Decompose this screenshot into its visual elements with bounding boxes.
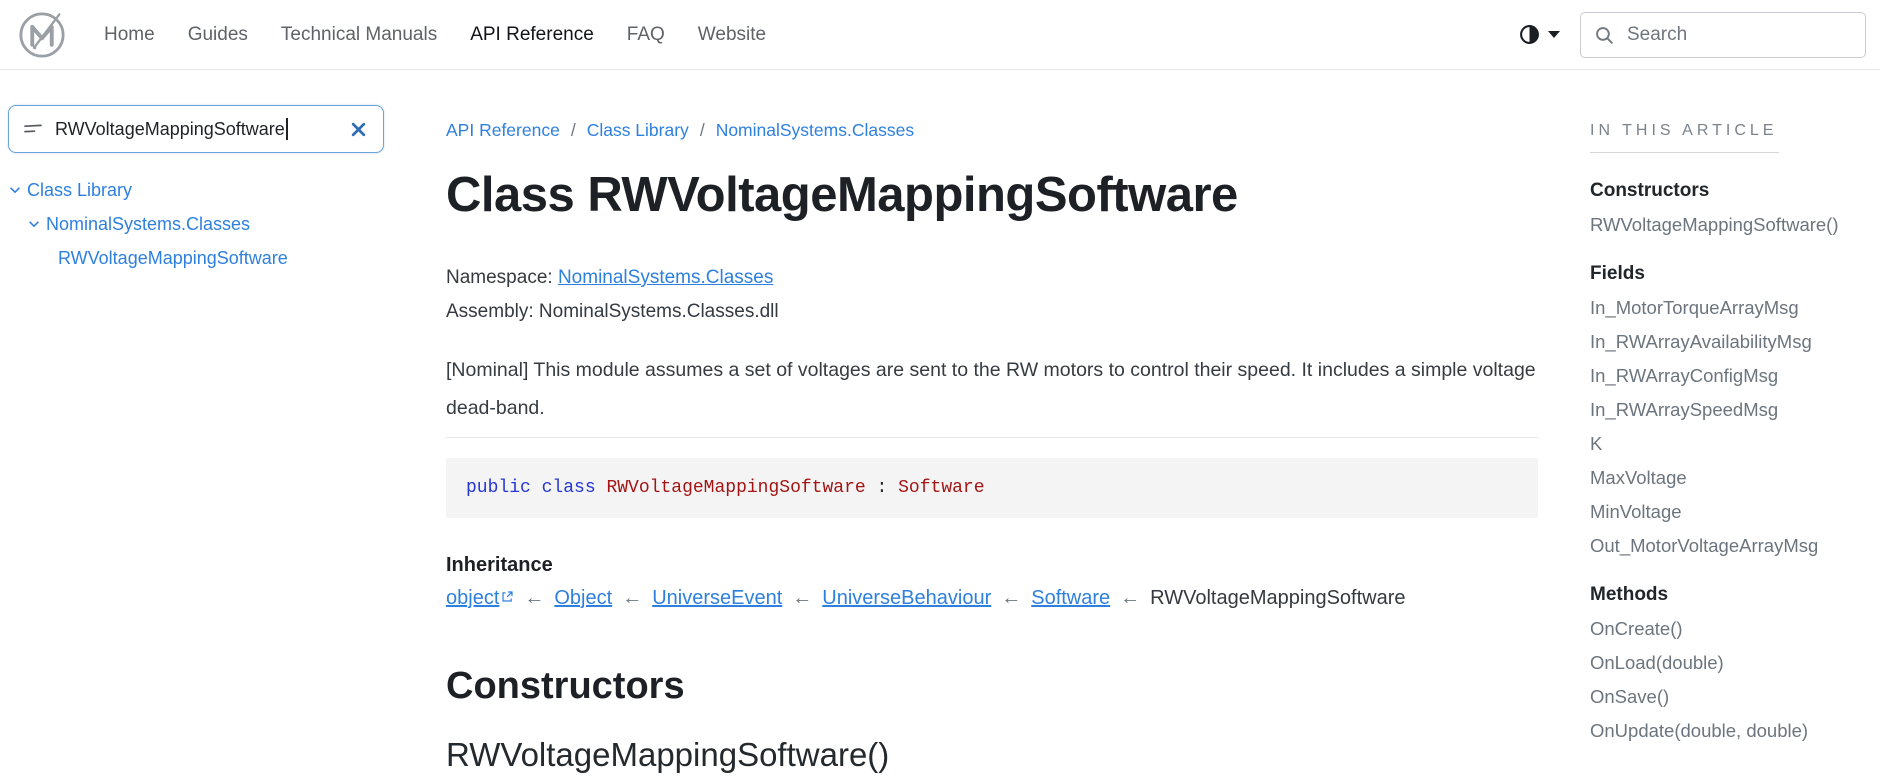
namespace-row: Namespace: NominalSystems.Classes [446, 267, 1538, 289]
sidebar: RWVoltageMappingSoftware Class Library No… [8, 105, 384, 281]
code-token-type: RWVoltageMappingSoftware [606, 478, 866, 498]
breadcrumb-link-api-reference[interactable]: API Reference [446, 120, 560, 140]
toc-section-title-fields: Fields [1590, 263, 1645, 284]
page-title: Class RWVoltageMappingSoftware [446, 168, 1238, 222]
article: API Reference / Class Library / NominalSyste… [446, 0, 1538, 775]
class-description: [Nominal] This module assumes a set of v… [446, 359, 1536, 419]
inheritance-current-rwvoltagemappingsoftware: RWVoltageMappingSoftware [1150, 587, 1406, 609]
toc-item-onupdate-double-double[interactable]: OnUpdate(double, double) [1590, 720, 1868, 742]
navbar-right [1519, 11, 1866, 58]
breadcrumb-separator: / [570, 120, 576, 140]
filter-input[interactable]: RWVoltageMappingSoftware [8, 105, 384, 153]
constructor-signature: RWVoltageMappingSoftware() [446, 736, 890, 773]
inheritance-arrow: ← [622, 587, 643, 609]
inheritance-arrow: ← [1120, 587, 1141, 609]
toc-item-k[interactable]: K [1590, 433, 1868, 455]
toc-section-title-constructors: Constructors [1590, 180, 1710, 201]
toc-item-out-motorvoltagearraymsg[interactable]: Out_MotorVoltageArrayMsg [1590, 535, 1868, 557]
toc-item-rwvoltagemappingsoftware[interactable]: RWVoltageMappingSoftware() [1590, 214, 1868, 236]
chevron-down-icon[interactable] [27, 217, 41, 231]
inheritance-chain: object ← Object ← UniverseEvent ← UniverseBeha… [446, 586, 1538, 611]
x-icon [351, 122, 366, 136]
chevron-down-icon[interactable] [8, 183, 22, 197]
search-input[interactable] [1580, 11, 1866, 58]
filter-value: RWVoltageMappingSoftware [55, 118, 285, 139]
breadcrumb-separator: / [699, 120, 705, 140]
toc-item-onload-double[interactable]: OnLoad(double) [1590, 652, 1868, 674]
filter-icon [24, 124, 42, 133]
inheritance-link-universebehaviour[interactable]: UniverseBehaviour [822, 587, 991, 609]
toc-item-in-rwarrayavailabilitymsg[interactable]: In_RWArrayAvailabilityMsg [1590, 331, 1868, 353]
code-token-keyword: public [466, 478, 531, 498]
assembly-value: NominalSystems.Classes.dll [538, 301, 779, 322]
tree-link-rwvoltagemappingsoftware[interactable]: RWVoltageMappingSoftware [58, 247, 288, 269]
navbar-search [1580, 11, 1866, 58]
inheritance-arrow: ← [524, 587, 545, 609]
toc-item-onsave[interactable]: OnSave() [1590, 686, 1868, 708]
divider [446, 437, 1538, 438]
breadcrumb: API Reference / Class Library / NominalSyste… [446, 0, 1538, 141]
inheritance-arrow: ← [792, 587, 813, 609]
constructors-heading: Constructors [446, 665, 685, 707]
tree-item-rwvoltagemappingsoftware: RWVoltageMappingSoftware [8, 247, 384, 269]
toc-item-in-rwarrayspeedmsg[interactable]: In_RWArraySpeedMsg [1590, 399, 1868, 421]
breadcrumb-link-nominalsystems-classes[interactable]: NominalSystems.Classes [716, 120, 914, 140]
site-logo[interactable] [14, 7, 70, 63]
assembly-label: Assembly: [446, 301, 534, 322]
inheritance-link-software[interactable]: Software [1031, 587, 1110, 609]
code-token-keyword: class [541, 478, 596, 498]
m-check-logo-icon [19, 11, 65, 58]
toc-item-in-motortorquearraymsg[interactable]: In_MotorTorqueArrayMsg [1590, 297, 1868, 319]
docs-page: Home Guides Technical Manuals API Reference… [0, 0, 1880, 780]
toc-heading: IN THIS ARTICLE [1590, 121, 1780, 153]
toc-item-oncreate[interactable]: OnCreate() [1590, 618, 1868, 640]
code-token-plain: : [865, 478, 899, 498]
clear-filter-button[interactable] [348, 119, 369, 140]
inheritance-link-object[interactable]: object [446, 587, 499, 609]
tree-item-nominalsystems-classes: NominalSystems.Classes [8, 213, 384, 235]
nav-link-technical-manuals[interactable]: Technical Manuals [281, 24, 437, 46]
toc-item-maxvoltage[interactable]: MaxVoltage [1590, 467, 1868, 489]
in-this-article: IN THIS ARTICLE Constructors RWVoltageMap… [1590, 121, 1868, 742]
tree-item-class-library: Class Library [8, 179, 384, 201]
nav-link-home[interactable]: Home [104, 24, 155, 46]
toc-item-minvoltage[interactable]: MinVoltage [1590, 501, 1868, 523]
namespace-link[interactable]: NominalSystems.Classes [558, 267, 773, 288]
code-token-type: Software [898, 478, 985, 498]
inheritance-heading: Inheritance [446, 554, 553, 576]
toc-section-title-methods: Methods [1590, 584, 1669, 605]
text-cursor [285, 118, 288, 140]
namespace-label: Namespace: [446, 267, 553, 288]
nav-tree: Class Library NominalSystems.Classes RWVol… [8, 179, 384, 269]
inheritance-link-object[interactable]: Object [554, 587, 612, 609]
declaration-code-block: public class RWVoltageMappingSoftware : … [446, 458, 1538, 518]
inheritance-arrow: ← [1001, 587, 1022, 609]
external-link-icon [502, 591, 513, 602]
tree-link-nominalsystems-classes[interactable]: NominalSystems.Classes [46, 213, 250, 235]
caret-down-icon [1548, 31, 1560, 38]
filter-value-wrap: RWVoltageMappingSoftware [55, 118, 288, 140]
assembly-row: Assembly: NominalSystems.Classes.dll [446, 301, 1538, 323]
tree-link-class-library[interactable]: Class Library [27, 179, 132, 201]
breadcrumb-link-class-library[interactable]: Class Library [587, 120, 689, 140]
nav-link-guides[interactable]: Guides [188, 24, 248, 46]
toc-item-in-rwarrayconfigmsg[interactable]: In_RWArrayConfigMsg [1590, 365, 1868, 387]
toc-sections: Constructors RWVoltageMappingSoftware() Fi… [1590, 179, 1868, 742]
inheritance-link-universeevent[interactable]: UniverseEvent [652, 587, 782, 609]
search-icon [1596, 26, 1613, 44]
